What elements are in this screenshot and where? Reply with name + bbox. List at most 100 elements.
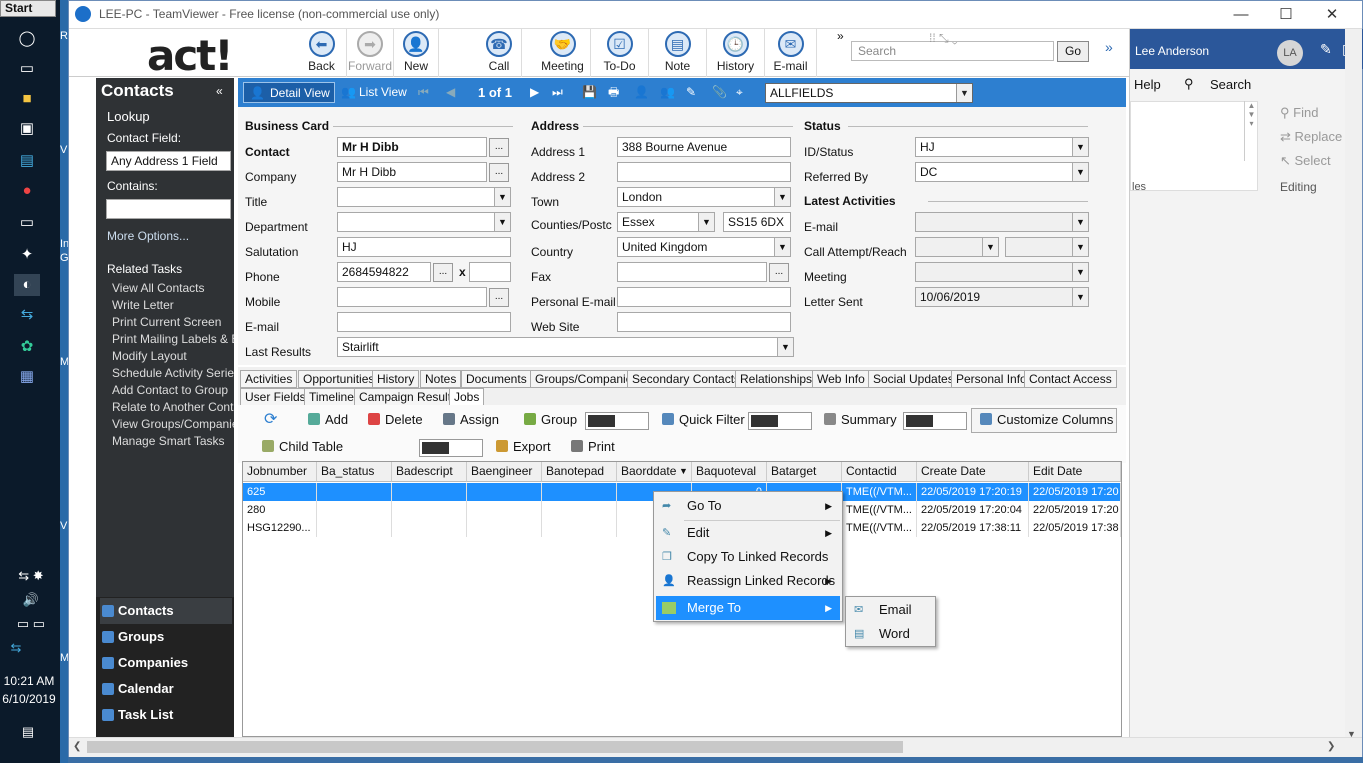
clock-time[interactable]: 10:21 AM bbox=[0, 674, 58, 688]
related-task-link[interactable]: View Groups/Companies bbox=[112, 417, 234, 431]
personal-email-field[interactable] bbox=[617, 287, 791, 307]
collapse-icon[interactable]: « bbox=[216, 84, 223, 98]
group-field[interactable] bbox=[585, 412, 649, 430]
cortana-icon[interactable]: ◯ bbox=[14, 28, 40, 50]
layout-select[interactable]: ALLFIELDS ▼ bbox=[765, 83, 973, 103]
column-header-baengineer[interactable]: Baengineer bbox=[467, 462, 542, 482]
tab-opportunities[interactable]: Opportunities bbox=[298, 370, 380, 388]
column-header-edit-date[interactable]: Edit Date bbox=[1029, 462, 1121, 482]
chevron-down-icon[interactable]: ▼ bbox=[774, 238, 790, 256]
tab-activities[interactable]: Activities bbox=[240, 370, 298, 388]
file-explorer-icon[interactable]: ■ bbox=[14, 88, 40, 110]
horizontal-scrollbar[interactable]: ❮ ❯ bbox=[69, 737, 1362, 757]
website-field[interactable] bbox=[617, 312, 791, 332]
column-header-create-date[interactable]: Create Date bbox=[917, 462, 1029, 482]
chevron-down-icon[interactable]: ▼ bbox=[956, 84, 972, 102]
delete-button[interactable]: Delete bbox=[368, 409, 423, 431]
clock-date[interactable]: 6/10/2019 bbox=[0, 692, 58, 706]
tab-personal-info[interactable]: Personal Info bbox=[951, 370, 1032, 388]
vertical-scrollbar[interactable]: ▼ bbox=[1345, 29, 1362, 739]
menu-item-edit[interactable]: ✎ Edit ▶ bbox=[656, 521, 840, 545]
meeting-field[interactable] bbox=[915, 262, 1089, 282]
expand-chevron-icon[interactable]: » bbox=[1105, 39, 1113, 55]
network-icon[interactable]: ▭ ▭ bbox=[6, 616, 56, 632]
sidebar-item-calendar[interactable]: Calendar bbox=[100, 676, 232, 702]
id-status-field[interactable]: HJ bbox=[915, 137, 1089, 157]
column-header-banotepad[interactable]: Banotepad bbox=[542, 462, 617, 482]
related-task-link[interactable]: Modify Layout bbox=[112, 349, 234, 363]
child-table-field[interactable] bbox=[419, 439, 483, 457]
quick-filter-button[interactable]: Quick Filter bbox=[662, 409, 745, 431]
print-icon[interactable]: 🖶 bbox=[608, 82, 619, 103]
related-task-link[interactable]: Schedule Activity Series bbox=[112, 366, 234, 380]
scroll-thumb[interactable] bbox=[87, 741, 903, 753]
tab-social-updates[interactable]: Social Updates bbox=[868, 370, 959, 388]
edit-contact-icon[interactable]: ✎ bbox=[686, 82, 696, 103]
teamviewer-tray-icon[interactable]: ⇆ bbox=[6, 640, 26, 656]
chevron-down-icon[interactable]: ▼ bbox=[1072, 138, 1088, 156]
chevron-down-icon[interactable]: ▼ bbox=[1072, 163, 1088, 181]
close-button[interactable]: ✕ bbox=[1312, 5, 1352, 25]
menu-item-go-to[interactable]: ➦ Go To ▶ bbox=[656, 494, 840, 518]
note-button[interactable]: ▤ Note bbox=[649, 29, 707, 77]
more-chevron-icon[interactable]: » bbox=[837, 29, 844, 43]
replace-button[interactable]: ⇄ Replace bbox=[1280, 129, 1342, 145]
first-record-icon[interactable]: ⏮ bbox=[418, 82, 429, 103]
chevron-down-icon[interactable]: ▼ bbox=[494, 188, 510, 206]
sidebar-item-task-list[interactable]: Task List bbox=[100, 702, 232, 728]
save-icon[interactable]: 💾 bbox=[582, 82, 597, 103]
app2-icon[interactable]: ✦ bbox=[14, 244, 40, 266]
related-task-link[interactable]: Print Current Screen bbox=[112, 315, 234, 329]
add-button[interactable]: Add bbox=[308, 409, 348, 431]
attach-icon[interactable]: 📎 bbox=[712, 82, 727, 103]
chrome-icon[interactable]: ● bbox=[14, 180, 40, 202]
select-button[interactable]: ↖ Select bbox=[1280, 153, 1331, 169]
menu-item-reassign-linked[interactable]: 👤 Reassign Linked Records ▶ bbox=[656, 569, 840, 593]
column-header-jobnumber[interactable]: Jobnumber bbox=[243, 462, 317, 482]
scroll-right-icon[interactable]: ❯ bbox=[1327, 741, 1335, 752]
refresh-icon[interactable]: ⟳ bbox=[264, 409, 277, 431]
latest-email-field[interactable] bbox=[915, 212, 1089, 232]
sidebar-item-contacts[interactable]: Contacts bbox=[100, 598, 232, 624]
referred-by-field[interactable]: DC bbox=[915, 162, 1089, 182]
column-header-baquoteval[interactable]: Baquoteval bbox=[692, 462, 767, 482]
company-field[interactable]: Mr H Dibb bbox=[337, 162, 487, 182]
gallery-scroll[interactable]: ▲ ▼ ▾ bbox=[1244, 101, 1258, 161]
tab-timeline[interactable]: Timeline bbox=[304, 388, 359, 406]
chevron-down-icon[interactable]: ▼ bbox=[1072, 238, 1088, 256]
next-record-icon[interactable]: ▶ bbox=[530, 82, 539, 103]
country-field[interactable]: United Kingdom bbox=[617, 237, 791, 257]
chevron-down-icon[interactable]: ▼ bbox=[698, 213, 714, 231]
chevron-down-icon[interactable]: ▼ bbox=[494, 213, 510, 231]
find-button[interactable]: ⚲ Find bbox=[1280, 105, 1318, 121]
minimize-button[interactable]: — bbox=[1221, 5, 1261, 25]
column-header-contactid[interactable]: Contactid bbox=[842, 462, 917, 482]
store-icon[interactable]: ▣ bbox=[14, 118, 40, 140]
chevron-down-icon[interactable]: ▼ bbox=[774, 188, 790, 206]
summary-field[interactable] bbox=[903, 412, 967, 430]
chevron-down-icon[interactable]: ▼ bbox=[1072, 288, 1088, 306]
town-field[interactable]: London bbox=[617, 187, 791, 207]
export-button[interactable]: Export bbox=[496, 436, 551, 458]
ellipsis-button[interactable]: ... bbox=[489, 163, 509, 182]
child-table-button[interactable]: Child Table bbox=[262, 436, 343, 458]
sort-desc-icon[interactable]: ▼ bbox=[679, 466, 688, 476]
email-field[interactable] bbox=[337, 312, 511, 332]
app-icon[interactable]: ▤ bbox=[14, 150, 40, 172]
help-tab[interactable]: Help bbox=[1134, 77, 1161, 92]
mobile-field[interactable] bbox=[337, 287, 487, 307]
scroll-left-icon[interactable]: ❮ bbox=[73, 741, 81, 752]
tab-relationships[interactable]: Relationships bbox=[735, 370, 818, 388]
ellipsis-button[interactable]: ... bbox=[489, 288, 509, 307]
detail-view-button[interactable]: 👤 Detail View bbox=[243, 82, 335, 103]
contact-field-select[interactable]: Any Address 1 Field bbox=[106, 151, 231, 171]
tab-secondary-contacts[interactable]: Secondary Contacts bbox=[627, 370, 746, 388]
contact-icon[interactable]: 👤 bbox=[634, 82, 649, 103]
menu-item-copy-linked[interactable]: ❐ Copy To Linked Records bbox=[656, 545, 840, 569]
address2-field[interactable] bbox=[617, 162, 791, 182]
column-header-ba-status[interactable]: Ba_status bbox=[317, 462, 392, 482]
volume-icon[interactable]: 🔊 bbox=[6, 592, 56, 608]
last-results-field[interactable]: Stairlift bbox=[337, 337, 794, 357]
department-field[interactable] bbox=[337, 212, 511, 232]
ellipsis-button[interactable]: ... bbox=[433, 263, 453, 282]
